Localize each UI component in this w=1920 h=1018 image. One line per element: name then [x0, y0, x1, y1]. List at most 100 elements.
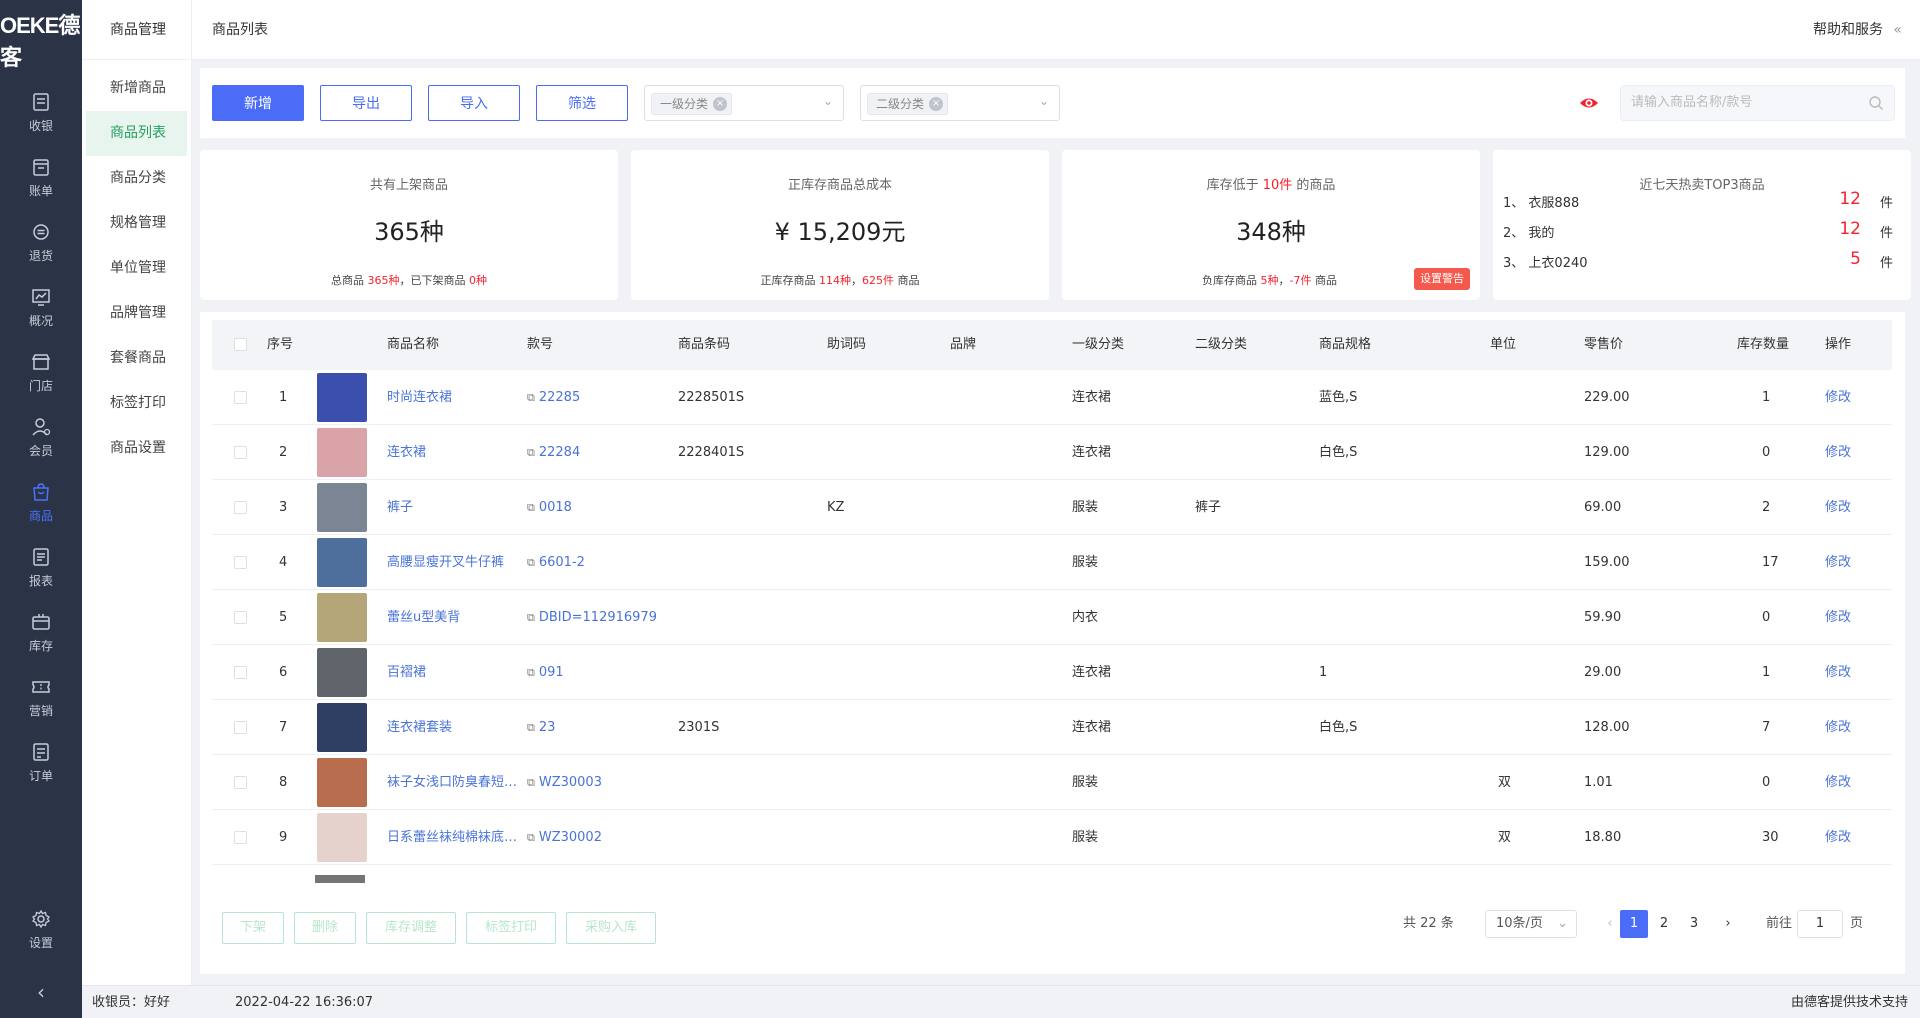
stock-adjust-button[interactable]: 库存调整: [366, 912, 456, 944]
product-name-link[interactable]: 连衣裙: [387, 425, 426, 480]
product-thumbnail[interactable]: [317, 593, 367, 642]
submenu-item[interactable]: 商品设置: [86, 426, 187, 471]
copy-icon[interactable]: ⧉: [527, 645, 535, 700]
edit-link[interactable]: 修改: [1825, 700, 1851, 755]
table-row[interactable]: 3 裤子 ⧉ 0018 KZ 服装 裤子 69.00 2 修改: [212, 480, 1892, 535]
select-all-checkbox[interactable]: [234, 338, 247, 351]
product-name-link[interactable]: 高腰显瘦开叉牛仔裤: [387, 535, 504, 590]
submenu-item[interactable]: 标签打印: [86, 381, 187, 426]
style-number[interactable]: ⧉ 091: [527, 645, 564, 700]
page-number[interactable]: 3: [1680, 910, 1708, 938]
category-level1-select[interactable]: 一级分类 × ⌄: [644, 85, 844, 121]
edit-link[interactable]: 修改: [1825, 810, 1851, 865]
product-thumbnail[interactable]: [317, 538, 367, 587]
table-row[interactable]: 9 日系蕾丝袜纯棉袜底… ⧉ WZ30002 服装 双 18.80 30 修改: [212, 810, 1892, 865]
copy-icon[interactable]: ⧉: [527, 700, 535, 755]
copy-icon[interactable]: ⧉: [527, 590, 535, 645]
nav-item-0[interactable]: 收银: [0, 80, 82, 145]
import-button[interactable]: 导入: [428, 85, 520, 121]
style-number[interactable]: ⧉ WZ30002: [527, 810, 602, 865]
product-thumbnail[interactable]: [317, 648, 367, 697]
search-icon[interactable]: [1868, 95, 1884, 115]
product-thumbnail[interactable]: [317, 813, 367, 862]
row-checkbox[interactable]: [234, 501, 247, 514]
product-name-link[interactable]: 裤子: [387, 480, 413, 535]
nav-item-2[interactable]: 退货: [0, 210, 82, 275]
nav-item-9[interactable]: 营销: [0, 665, 82, 730]
table-row[interactable]: 7 连衣裙套装 ⧉ 23 2301S 连衣裙 白色,S 128.00 7 修改: [212, 700, 1892, 755]
category-level2-select[interactable]: 二级分类 × ⌄: [860, 85, 1060, 121]
row-checkbox[interactable]: [234, 831, 247, 844]
product-thumbnail[interactable]: [317, 703, 367, 752]
edit-link[interactable]: 修改: [1825, 370, 1851, 425]
submenu-item[interactable]: 商品分类: [86, 156, 187, 201]
search-input[interactable]: 请输入商品名称/款号: [1620, 85, 1895, 121]
nav-item-8[interactable]: 库存: [0, 600, 82, 665]
product-thumbnail[interactable]: [317, 428, 367, 477]
submenu-item[interactable]: 规格管理: [86, 201, 187, 246]
style-number[interactable]: ⧉ 6601-2: [527, 535, 585, 590]
product-thumbnail[interactable]: [317, 483, 367, 532]
submenu-item[interactable]: 新增商品: [86, 66, 187, 111]
submenu-item[interactable]: 品牌管理: [86, 291, 187, 336]
style-number[interactable]: ⧉ WZ30003: [527, 755, 602, 810]
edit-link[interactable]: 修改: [1825, 535, 1851, 590]
submenu-item[interactable]: 套餐商品: [86, 336, 187, 381]
remove-tag-close-icon[interactable]: ×: [713, 97, 728, 111]
row-checkbox[interactable]: [234, 776, 247, 789]
collapse-nav-chevron-left-icon[interactable]: ‹: [0, 980, 82, 1004]
copy-icon[interactable]: ⧉: [527, 535, 535, 590]
style-number[interactable]: ⧉ 0018: [527, 480, 572, 535]
product-thumbnail[interactable]: [317, 758, 367, 807]
edit-link[interactable]: 修改: [1825, 755, 1851, 810]
edit-link[interactable]: 修改: [1825, 590, 1851, 645]
add-button[interactable]: 新增: [212, 85, 304, 121]
submenu-item[interactable]: 商品列表: [86, 111, 187, 156]
page-number[interactable]: 2: [1650, 910, 1678, 938]
style-number[interactable]: ⧉ DBID=112916979: [527, 590, 657, 645]
nav-item-1[interactable]: 账单: [0, 145, 82, 210]
style-number[interactable]: ⧉ 23: [527, 700, 555, 755]
nav-item-7[interactable]: 报表: [0, 535, 82, 600]
export-button[interactable]: 导出: [320, 85, 412, 121]
edit-link[interactable]: 修改: [1825, 645, 1851, 700]
help-service-link[interactable]: 帮助和服务 «: [1813, 0, 1902, 60]
copy-icon[interactable]: ⧉: [527, 480, 535, 535]
product-name-link[interactable]: 百褶裙: [387, 645, 426, 700]
submenu-item[interactable]: 单位管理: [86, 246, 187, 291]
next-page-chevron-right-icon[interactable]: ›: [1713, 910, 1743, 938]
offshelf-button[interactable]: 下架: [222, 912, 284, 944]
filter-button[interactable]: 筛选: [536, 85, 628, 121]
row-checkbox[interactable]: [234, 666, 247, 679]
set-warning-button[interactable]: 设置警告: [1414, 268, 1470, 290]
product-thumbnail[interactable]: [317, 373, 367, 422]
style-number[interactable]: ⧉ 22284: [527, 425, 580, 480]
product-name-link[interactable]: 时尚连衣裙: [387, 370, 452, 425]
product-name-link[interactable]: 连衣裙套装: [387, 700, 452, 755]
product-name-link[interactable]: 袜子女浅口防臭春短…: [387, 755, 517, 810]
table-row[interactable]: 4 高腰显瘦开叉牛仔裤 ⧉ 6601-2 服装 159.00 17 修改: [212, 535, 1892, 590]
edit-link[interactable]: 修改: [1825, 425, 1851, 480]
copy-icon[interactable]: ⧉: [527, 370, 535, 425]
table-row[interactable]: 8 袜子女浅口防臭春短… ⧉ WZ30003 服装 双 1.01 0 修改: [212, 755, 1892, 810]
row-checkbox[interactable]: [234, 446, 247, 459]
product-name-link[interactable]: 日系蕾丝袜纯棉袜底…: [387, 810, 517, 865]
copy-icon[interactable]: ⧉: [527, 425, 535, 480]
brand-logo[interactable]: OEKE德客: [0, 0, 82, 80]
delete-button[interactable]: 删除: [294, 912, 356, 944]
table-row[interactable]: 1 时尚连衣裙 ⧉ 22285 2228501S 连衣裙 蓝色,S 229.00 1 修改: [212, 370, 1892, 425]
product-name-link[interactable]: 蕾丝u型美背: [387, 590, 460, 645]
nav-item-5[interactable]: 会员: [0, 405, 82, 470]
eye-icon[interactable]: [1578, 92, 1600, 114]
row-checkbox[interactable]: [234, 556, 247, 569]
goto-page-input[interactable]: 1: [1797, 910, 1843, 938]
nav-item-3[interactable]: 概况: [0, 275, 82, 340]
purchase-in-button[interactable]: 采购入库: [566, 912, 656, 944]
page-size-select[interactable]: 10条/页 ⌄: [1485, 910, 1577, 938]
row-checkbox[interactable]: [234, 391, 247, 404]
row-checkbox[interactable]: [234, 611, 247, 624]
table-row[interactable]: 5 蕾丝u型美背 ⧉ DBID=112916979 内衣 59.90 0 修改: [212, 590, 1892, 645]
nav-item-settings[interactable]: 设置: [0, 897, 82, 962]
nav-item-10[interactable]: 订单: [0, 730, 82, 795]
style-number[interactable]: ⧉ 22285: [527, 370, 580, 425]
